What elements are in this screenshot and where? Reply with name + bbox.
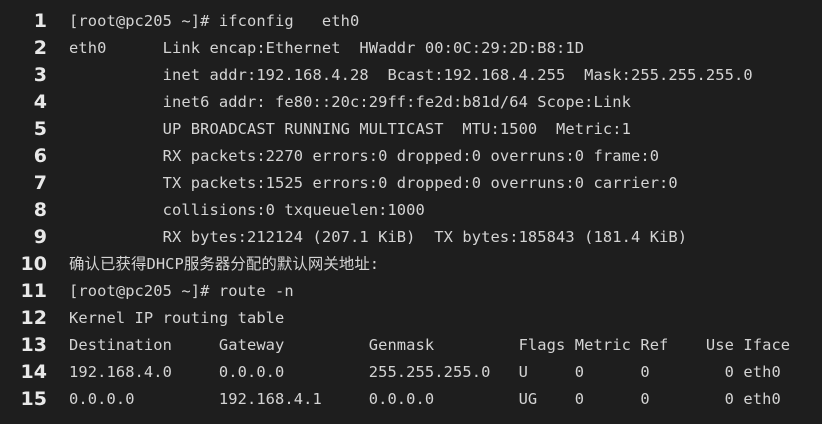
code-block: 1 [root@pc205 ~]# ifconfig eth0 2 eth0 Lin… xyxy=(0,8,822,424)
code-text: Kernel IP routing table xyxy=(69,309,285,327)
code-line: 1 [root@pc205 ~]# ifconfig eth0 xyxy=(0,8,822,35)
line-number: 11 xyxy=(20,280,47,302)
code-line: 5 UP BROADCAST RUNNING MULTICAST MTU:150… xyxy=(0,116,822,143)
code-text: TX packets:1525 errors:0 dropped:0 overr… xyxy=(69,174,678,192)
code-text: [root@pc205 ~]# route -n xyxy=(69,282,294,300)
line-number: 2 xyxy=(33,37,47,59)
code-line: 2 eth0 Link encap:Ethernet HWaddr 00:0C:2… xyxy=(0,35,822,62)
code-text: inet6 addr: fe80::20c:29ff:fe2d:b81d/64 … xyxy=(69,93,631,111)
line-number: 13 xyxy=(20,334,47,356)
line-number: 9 xyxy=(33,226,47,248)
code-line: 9 RX bytes:212124 (207.1 KiB) TX bytes:1… xyxy=(0,224,822,251)
code-line: 11 [root@pc205 ~]# route -n xyxy=(0,278,822,305)
line-number: 5 xyxy=(33,118,47,140)
line-number: 3 xyxy=(33,64,47,86)
code-line: 10 确认已获得DHCP服务器分配的默认网关地址: xyxy=(0,251,822,278)
code-line: 4 inet6 addr: fe80::20c:29ff:fe2d:b81d/6… xyxy=(0,89,822,116)
code-line: 13 Destination Gateway Genmask Flags Metr… xyxy=(0,332,822,359)
line-number: 12 xyxy=(20,307,47,329)
code-text: collisions:0 txqueuelen:1000 xyxy=(69,201,425,219)
code-text: UP BROADCAST RUNNING MULTICAST MTU:1500 … xyxy=(69,120,631,138)
code-text: 确认已获得DHCP服务器分配的默认网关地址: xyxy=(69,255,380,273)
code-text: 0.0.0.0 192.168.4.1 0.0.0.0 UG 0 0 0 eth… xyxy=(69,390,781,408)
line-number: 6 xyxy=(33,145,47,167)
line-number: 8 xyxy=(33,199,47,221)
code-line: 6 RX packets:2270 errors:0 dropped:0 ove… xyxy=(0,143,822,170)
code-line: 14 192.168.4.0 0.0.0.0 255.255.255.0 U 0 … xyxy=(0,359,822,386)
code-line: 15 0.0.0.0 192.168.4.1 0.0.0.0 UG 0 0 0 e… xyxy=(0,386,822,413)
line-number: 1 xyxy=(33,10,47,32)
code-text: RX bytes:212124 (207.1 KiB) TX bytes:185… xyxy=(69,228,688,246)
line-number: 7 xyxy=(33,172,47,194)
code-text: 192.168.4.0 0.0.0.0 255.255.255.0 U 0 0 … xyxy=(69,363,781,381)
code-text: inet addr:192.168.4.28 Bcast:192.168.4.2… xyxy=(69,66,753,84)
code-line: 3 inet addr:192.168.4.28 Bcast:192.168.4… xyxy=(0,62,822,89)
line-number: 4 xyxy=(33,91,47,113)
code-text: Destination Gateway Genmask Flags Metric… xyxy=(69,336,791,354)
line-number: 10 xyxy=(20,253,47,275)
code-line: 12 Kernel IP routing table xyxy=(0,305,822,332)
code-text: [root@pc205 ~]# ifconfig eth0 xyxy=(69,12,360,30)
code-text: RX packets:2270 errors:0 dropped:0 overr… xyxy=(69,147,660,165)
code-line: 7 TX packets:1525 errors:0 dropped:0 ove… xyxy=(0,170,822,197)
line-number: 14 xyxy=(20,361,47,383)
code-line: 8 collisions:0 txqueuelen:1000 xyxy=(0,197,822,224)
code-text: eth0 Link encap:Ethernet HWaddr 00:0C:29… xyxy=(69,39,585,57)
line-number: 15 xyxy=(20,388,47,410)
